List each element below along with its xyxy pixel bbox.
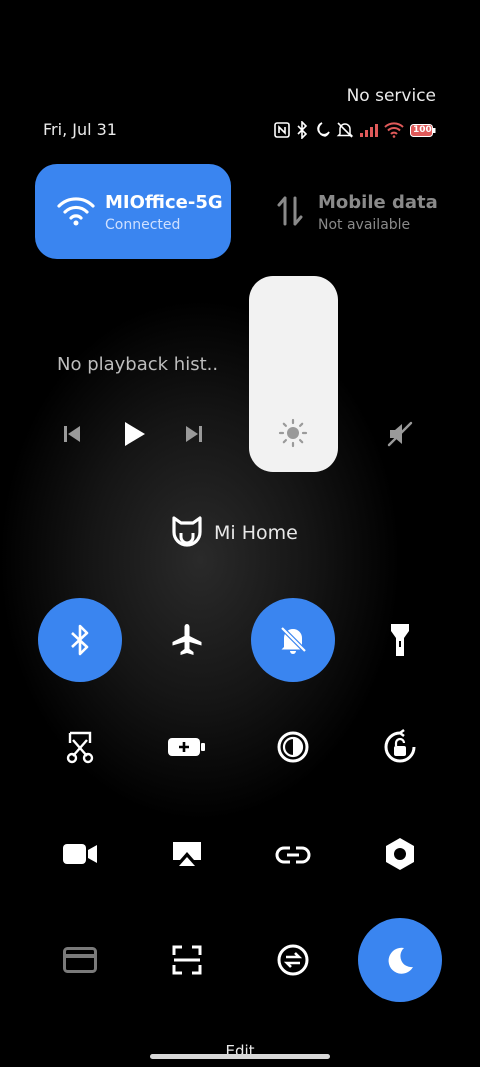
mobile-data-label: Mobile data [318,192,438,213]
video-camera-icon [63,844,97,864]
wifi-tile[interactable]: MIOffice-5G Connected [35,164,231,259]
mi-home-button[interactable]: Mi Home [170,515,298,551]
credit-card-icon [63,947,97,973]
mi-home-label: Mi Home [214,522,298,544]
status-date: Fri, Jul 31 [43,120,117,139]
carrier-status: No service [346,86,436,106]
dark-mode-toggle[interactable] [251,705,335,789]
airplane-icon [172,624,202,655]
cast-toggle[interactable] [145,812,229,896]
next-track-button[interactable] [180,420,208,448]
screenshot-toggle[interactable] [38,705,122,789]
bell-off-icon [280,626,307,654]
bluetooth-icon [296,121,308,139]
gear-icon [386,838,414,870]
play-button[interactable] [118,418,150,450]
signal-icon [360,123,378,137]
nfc-icon [274,122,290,138]
mi-home-icon [172,516,202,547]
media-title: No playback hist... [57,354,217,375]
sync-icon [277,944,309,976]
wifi-status: Connected [105,217,181,233]
settings-toggle[interactable] [358,812,442,896]
bluetooth-toggle[interactable] [38,598,122,682]
skip-forward-icon [186,426,202,442]
bell-off-icon [336,121,354,139]
bluetooth-icon [71,624,89,656]
silent-mode-toggle[interactable] [251,598,335,682]
brightness-slider[interactable] [249,276,338,472]
moon-icon [314,122,330,138]
scanner-toggle[interactable] [145,918,229,1002]
wifi-network-name: MIOffice-5G [105,192,223,213]
moon-icon [388,947,413,974]
mobile-data-status: Not available [318,217,411,233]
auto-rotate-toggle[interactable] [358,705,442,789]
previous-track-button[interactable] [58,420,86,448]
reading-mode-toggle[interactable] [358,918,442,1002]
sun-icon [278,418,308,452]
card-toggle[interactable] [38,918,122,1002]
flashlight-icon [391,624,409,656]
scissors-icon [66,731,94,764]
scan-icon [172,945,202,975]
link-toggle[interactable] [251,812,335,896]
screen-recorder-toggle[interactable] [38,812,122,896]
cast-icon [173,842,201,866]
home-indicator[interactable] [150,1054,330,1059]
contrast-icon [277,731,309,763]
flashlight-toggle[interactable] [358,598,442,682]
mobile-data-icon [276,194,304,232]
wifi-icon [384,122,404,138]
volume-mute-icon [387,421,413,447]
battery-icon: 100 [410,123,436,137]
sync-toggle[interactable] [251,918,335,1002]
battery-saver-toggle[interactable] [145,705,229,789]
link-icon [275,846,311,864]
volume-mute-button[interactable] [384,418,416,450]
play-icon [125,422,145,446]
battery-saver-icon [168,738,205,756]
battery-level: 100 [413,124,432,135]
rotation-lock-icon [384,729,416,763]
wifi-icon [57,196,95,230]
status-icons: 100 [274,120,436,140]
mobile-data-tile[interactable]: Mobile data Not available [262,180,452,250]
skip-back-icon [64,426,80,442]
airplane-mode-toggle[interactable] [145,598,229,682]
